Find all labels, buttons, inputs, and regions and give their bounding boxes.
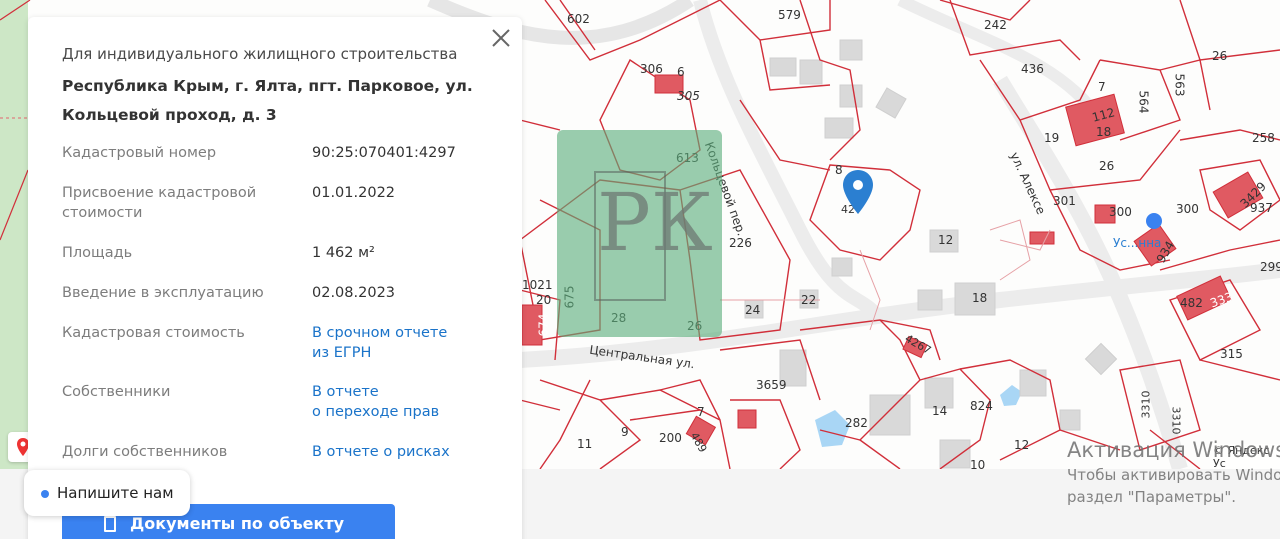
property-address: Республика Крым, г. Ялта, пгт. Парковое,…	[62, 77, 473, 124]
row-value-commissioning: 02.08.2023	[312, 285, 396, 301]
link-risks-report[interactable]: В отчете о рисках	[312, 442, 502, 462]
property-purpose: Для индивидуального жилищного строительс…	[62, 45, 458, 63]
row-value-cadastral-number: 90:25:070401:4297	[312, 145, 456, 161]
parcel-number[interactable]: 18	[1096, 125, 1111, 139]
parcel-number[interactable]: 564	[1136, 91, 1150, 114]
parcel-number[interactable]: 12	[1014, 438, 1029, 452]
property-info-card: Для индивидуального жилищного строительс…	[28, 17, 522, 539]
chat-label: Напишите нам	[57, 484, 174, 502]
poi-icon[interactable]	[1146, 213, 1162, 229]
parcel-number[interactable]: 602	[567, 12, 590, 26]
parcel-number[interactable]: 1021	[522, 278, 553, 292]
parcel-number[interactable]: 200	[659, 431, 682, 445]
link-owners-report-line1: В отчете	[312, 384, 379, 400]
rk-logo: РК	[557, 130, 722, 337]
close-icon[interactable]	[490, 27, 512, 49]
parcel-number[interactable]: 299	[1260, 260, 1280, 274]
parcel-number[interactable]: 315	[1220, 347, 1243, 361]
parcel-number[interactable]: 12	[938, 233, 953, 247]
link-cadastral-value-report[interactable]: В срочном отчете из ЕГРН	[312, 323, 462, 363]
parcel-number[interactable]: 300	[1109, 205, 1132, 219]
parcel-number[interactable]: 3310	[1140, 391, 1153, 419]
parcel-number[interactable]: 8	[835, 163, 843, 177]
parcel-number[interactable]: 11	[577, 437, 592, 451]
windows-activation-title: Активация Windows	[1067, 438, 1280, 462]
row-label-owners: Собственники	[62, 384, 171, 400]
parcel-number[interactable]: 305	[677, 89, 700, 103]
parcel-number[interactable]: 301	[1053, 194, 1076, 208]
row-label-cadastral-value: Кадастровая стоимость	[62, 325, 245, 341]
parcel-number[interactable]: 258	[1252, 131, 1275, 145]
parcel-number[interactable]: 19	[1044, 131, 1059, 145]
parcel-number[interactable]: 26	[1212, 49, 1227, 63]
parcel-number[interactable]: 10	[970, 458, 985, 469]
parcel-number[interactable]: 306	[640, 62, 663, 76]
parcel-number[interactable]: 282	[845, 416, 868, 430]
row-label-valuation-date: Присвоение кадастровой стоимости	[62, 185, 257, 221]
row-value-area: 1 462 м²	[312, 245, 375, 261]
parcel-number[interactable]: 3310	[1170, 407, 1183, 435]
parcel-number[interactable]: 6	[677, 65, 685, 79]
document-icon	[104, 516, 116, 532]
parcel-number[interactable]: 226	[729, 236, 752, 250]
windows-activation-watermark: Активация Windows Чтобы активировать Win…	[1067, 436, 1280, 508]
windows-activation-line2: раздел "Параметры".	[1067, 488, 1237, 506]
row-label-owner-debts: Долги собственников	[62, 444, 228, 460]
parcel-number[interactable]: 579	[778, 8, 801, 22]
parcel-number[interactable]: 26	[1099, 159, 1114, 173]
row-label-commissioning: Введение в эксплуатацию	[62, 285, 264, 301]
parcel-number[interactable]: 14	[932, 404, 947, 418]
parcel-number[interactable]: 22	[801, 293, 816, 307]
online-dot-icon	[41, 490, 49, 498]
parcel-number[interactable]: 436	[1021, 62, 1044, 76]
parcel-number[interactable]: 18	[972, 291, 987, 305]
parcel-number[interactable]: 7	[1098, 80, 1106, 94]
chat-widget[interactable]: Напишите нам	[24, 470, 190, 516]
row-label-area: Площадь	[62, 245, 133, 261]
link-owners-report-line2: о переходе прав	[312, 404, 440, 420]
parcel-number[interactable]: 563	[1172, 74, 1186, 97]
parcel-number[interactable]: 24	[745, 303, 760, 317]
parcel-number[interactable]: 3659	[756, 378, 787, 392]
documents-button-label: Документы по объекту	[130, 514, 345, 533]
parcel-number[interactable]: 482	[1180, 296, 1203, 310]
logo-letter-r: РК	[597, 176, 713, 269]
row-label-cadastral-number: Кадастровый номер	[62, 145, 217, 161]
parcel-number[interactable]: 824	[970, 399, 993, 413]
windows-activation-line1: Чтобы активировать Windo	[1067, 466, 1280, 484]
parcel-number[interactable]: 300	[1176, 202, 1199, 216]
parcel-number[interactable]: 674	[536, 314, 550, 337]
parcel-number[interactable]: 7	[697, 405, 705, 419]
link-owners-report[interactable]: В отчете о переходе прав	[312, 382, 502, 422]
street-label-poi: Ус...нна	[1113, 236, 1162, 250]
row-value-valuation-date: 01.01.2022	[312, 185, 396, 201]
parcel-number[interactable]: 9	[621, 425, 629, 439]
parcel-number[interactable]: 20	[536, 293, 551, 307]
location-pin-icon[interactable]	[843, 170, 873, 214]
parcel-number[interactable]: 242	[984, 18, 1007, 32]
